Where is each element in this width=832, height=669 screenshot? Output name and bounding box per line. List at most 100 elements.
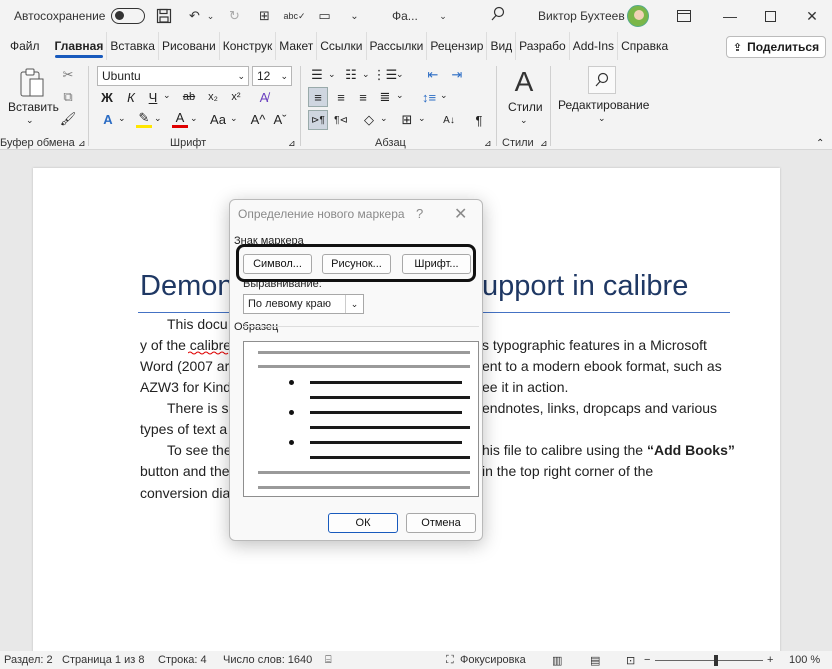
find-icon[interactable]	[588, 66, 616, 94]
justify-icon[interactable]: ≣	[376, 87, 394, 107]
copy-icon[interactable]: ⧉	[60, 88, 76, 106]
save-icon[interactable]	[153, 5, 175, 27]
maximize-icon[interactable]	[758, 6, 782, 26]
close-icon[interactable]: ✕	[800, 6, 824, 26]
paste-icon[interactable]	[18, 66, 46, 100]
blank-page-icon[interactable]: ▭	[313, 5, 335, 27]
focus-icon[interactable]: ⛶	[446, 654, 454, 667]
chevron-down-icon[interactable]: ⌄	[418, 113, 426, 124]
font-dialog-launcher-icon[interactable]: ⊿	[288, 138, 296, 149]
status-focus[interactable]: Фокусировка	[460, 654, 526, 666]
clear-formatting-icon[interactable]: A̸	[255, 88, 273, 106]
tab-layout[interactable]: Макет	[276, 32, 318, 60]
tab-design[interactable]: Конструк	[220, 32, 277, 60]
line-spacing-icon[interactable]: ↕≡	[420, 87, 438, 107]
filename-dropdown-icon[interactable]: ⌄	[432, 5, 454, 27]
tab-file[interactable]: Файл	[0, 32, 52, 60]
format-painter-icon[interactable]: 🖌	[60, 110, 77, 128]
font-name-select[interactable]: Ubuntu ⌄	[97, 66, 249, 86]
status-page[interactable]: Страница 1 из 8	[62, 654, 144, 666]
paste-dropdown-icon[interactable]: ⌄	[26, 115, 34, 126]
undo-dropdown-icon[interactable]: ⌄	[205, 5, 215, 27]
print-layout-icon[interactable]: ▤	[590, 654, 600, 667]
zoom-slider-thumb[interactable]	[714, 655, 718, 666]
subscript-icon[interactable]: x₂	[205, 88, 221, 106]
chevron-down-icon[interactable]: ⌄	[362, 69, 370, 80]
shrink-font-icon[interactable]: Aˇ	[272, 110, 288, 128]
chevron-down-icon[interactable]: ⌄	[520, 115, 528, 126]
web-layout-icon[interactable]: ⊡	[626, 654, 635, 667]
new-doc-icon[interactable]: ⊞	[253, 5, 275, 27]
qat-more-icon[interactable]: ⌄	[343, 5, 365, 27]
shading-icon[interactable]: ◇	[360, 110, 378, 130]
superscript-icon[interactable]: x²	[228, 88, 244, 106]
rtl-icon[interactable]: ¶⊲	[332, 110, 350, 130]
tab-addins[interactable]: Add-Ins	[570, 32, 619, 60]
ribbon-display-icon[interactable]	[672, 6, 696, 26]
chevron-down-icon[interactable]: ⌄	[396, 69, 404, 80]
chevron-down-icon[interactable]: ⌄	[118, 113, 126, 124]
autosave-toggle[interactable]	[111, 8, 146, 24]
chevron-down-icon[interactable]: ⌄	[380, 113, 388, 124]
chevron-down-icon[interactable]: ⌄	[190, 113, 198, 124]
zoom-in-icon[interactable]: +	[767, 654, 773, 666]
borders-icon[interactable]: ⊞	[398, 110, 416, 130]
chevron-down-icon[interactable]: ⌄	[396, 90, 404, 101]
multilevel-list-icon[interactable]: ⋮☰	[373, 66, 398, 84]
bold-button[interactable]: Ж	[100, 88, 114, 106]
chevron-down-icon[interactable]: ⌄	[440, 90, 448, 101]
read-mode-icon[interactable]: ▥	[552, 654, 562, 667]
tab-insert[interactable]: Вставка	[107, 32, 159, 60]
show-marks-icon[interactable]: ¶	[470, 110, 488, 130]
styles-button[interactable]: Стили	[508, 100, 543, 114]
cut-icon[interactable]: ✂	[60, 66, 76, 84]
spelling-icon[interactable]: abc✓	[283, 5, 305, 27]
chevron-down-icon[interactable]: ⌄	[598, 113, 606, 124]
italic-button[interactable]: К	[124, 88, 138, 106]
chevron-down-icon[interactable]: ⌄	[328, 69, 336, 80]
search-icon[interactable]	[490, 6, 506, 25]
redo-icon[interactable]: ↻	[223, 5, 245, 27]
help-button[interactable]: ?	[416, 206, 423, 221]
avatar[interactable]	[627, 5, 649, 27]
tab-developer[interactable]: Разрабо	[516, 32, 570, 60]
ribbon-collapse-icon[interactable]: ⌃	[816, 138, 824, 149]
cancel-button[interactable]: Отмена	[406, 513, 476, 533]
status-section[interactable]: Раздел: 2	[4, 654, 53, 666]
highlight-icon[interactable]: ✎	[136, 110, 152, 128]
tab-view[interactable]: Вид	[487, 32, 517, 60]
ok-button[interactable]: ОК	[328, 513, 398, 533]
ltr-icon[interactable]: ⊳¶	[308, 110, 328, 130]
clipboard-dialog-launcher-icon[interactable]: ⊿	[78, 138, 86, 149]
tab-home[interactable]: Главная	[52, 32, 108, 60]
chevron-down-icon[interactable]: ⌄	[154, 113, 162, 124]
status-words[interactable]: Число слов: 1640	[223, 654, 312, 666]
chevron-down-icon[interactable]: ⌄	[230, 113, 238, 124]
alignment-select[interactable]: По левому краю ⌄	[243, 294, 364, 314]
paste-button[interactable]: Вставить	[8, 100, 59, 114]
user-name[interactable]: Виктор Бухтеев	[538, 9, 625, 23]
align-left-icon[interactable]: ≡	[308, 87, 328, 107]
share-button[interactable]: ⇪ Поделиться	[726, 36, 826, 58]
decrease-indent-icon[interactable]: ⇤	[424, 66, 442, 84]
dialog-close-button[interactable]: ✕	[454, 204, 467, 224]
status-line[interactable]: Строка: 4	[158, 654, 207, 666]
tab-references[interactable]: Ссылки	[317, 32, 367, 60]
strikethrough-icon[interactable]: ab	[180, 88, 198, 106]
increase-indent-icon[interactable]: ⇥	[448, 66, 466, 84]
editing-button[interactable]: Редактирование	[558, 98, 649, 112]
proofing-icon[interactable]: ⌸	[325, 654, 332, 667]
numbering-icon[interactable]: ☷	[342, 66, 360, 84]
styles-icon[interactable]: A	[508, 66, 540, 98]
font-color-icon[interactable]: A	[172, 110, 188, 128]
tab-review[interactable]: Рецензир	[427, 32, 488, 60]
filename[interactable]: Фа...	[392, 9, 418, 23]
styles-dialog-launcher-icon[interactable]: ⊿	[540, 138, 548, 149]
tab-draw[interactable]: Рисовани	[159, 32, 220, 60]
underline-button[interactable]: Ч	[146, 88, 160, 106]
paragraph-dialog-launcher-icon[interactable]: ⊿	[484, 138, 492, 149]
zoom-out-icon[interactable]: −	[644, 654, 650, 666]
grow-font-icon[interactable]: A^	[250, 110, 266, 128]
change-case-icon[interactable]: Aa	[208, 110, 228, 128]
minimize-icon[interactable]: —	[718, 6, 742, 26]
